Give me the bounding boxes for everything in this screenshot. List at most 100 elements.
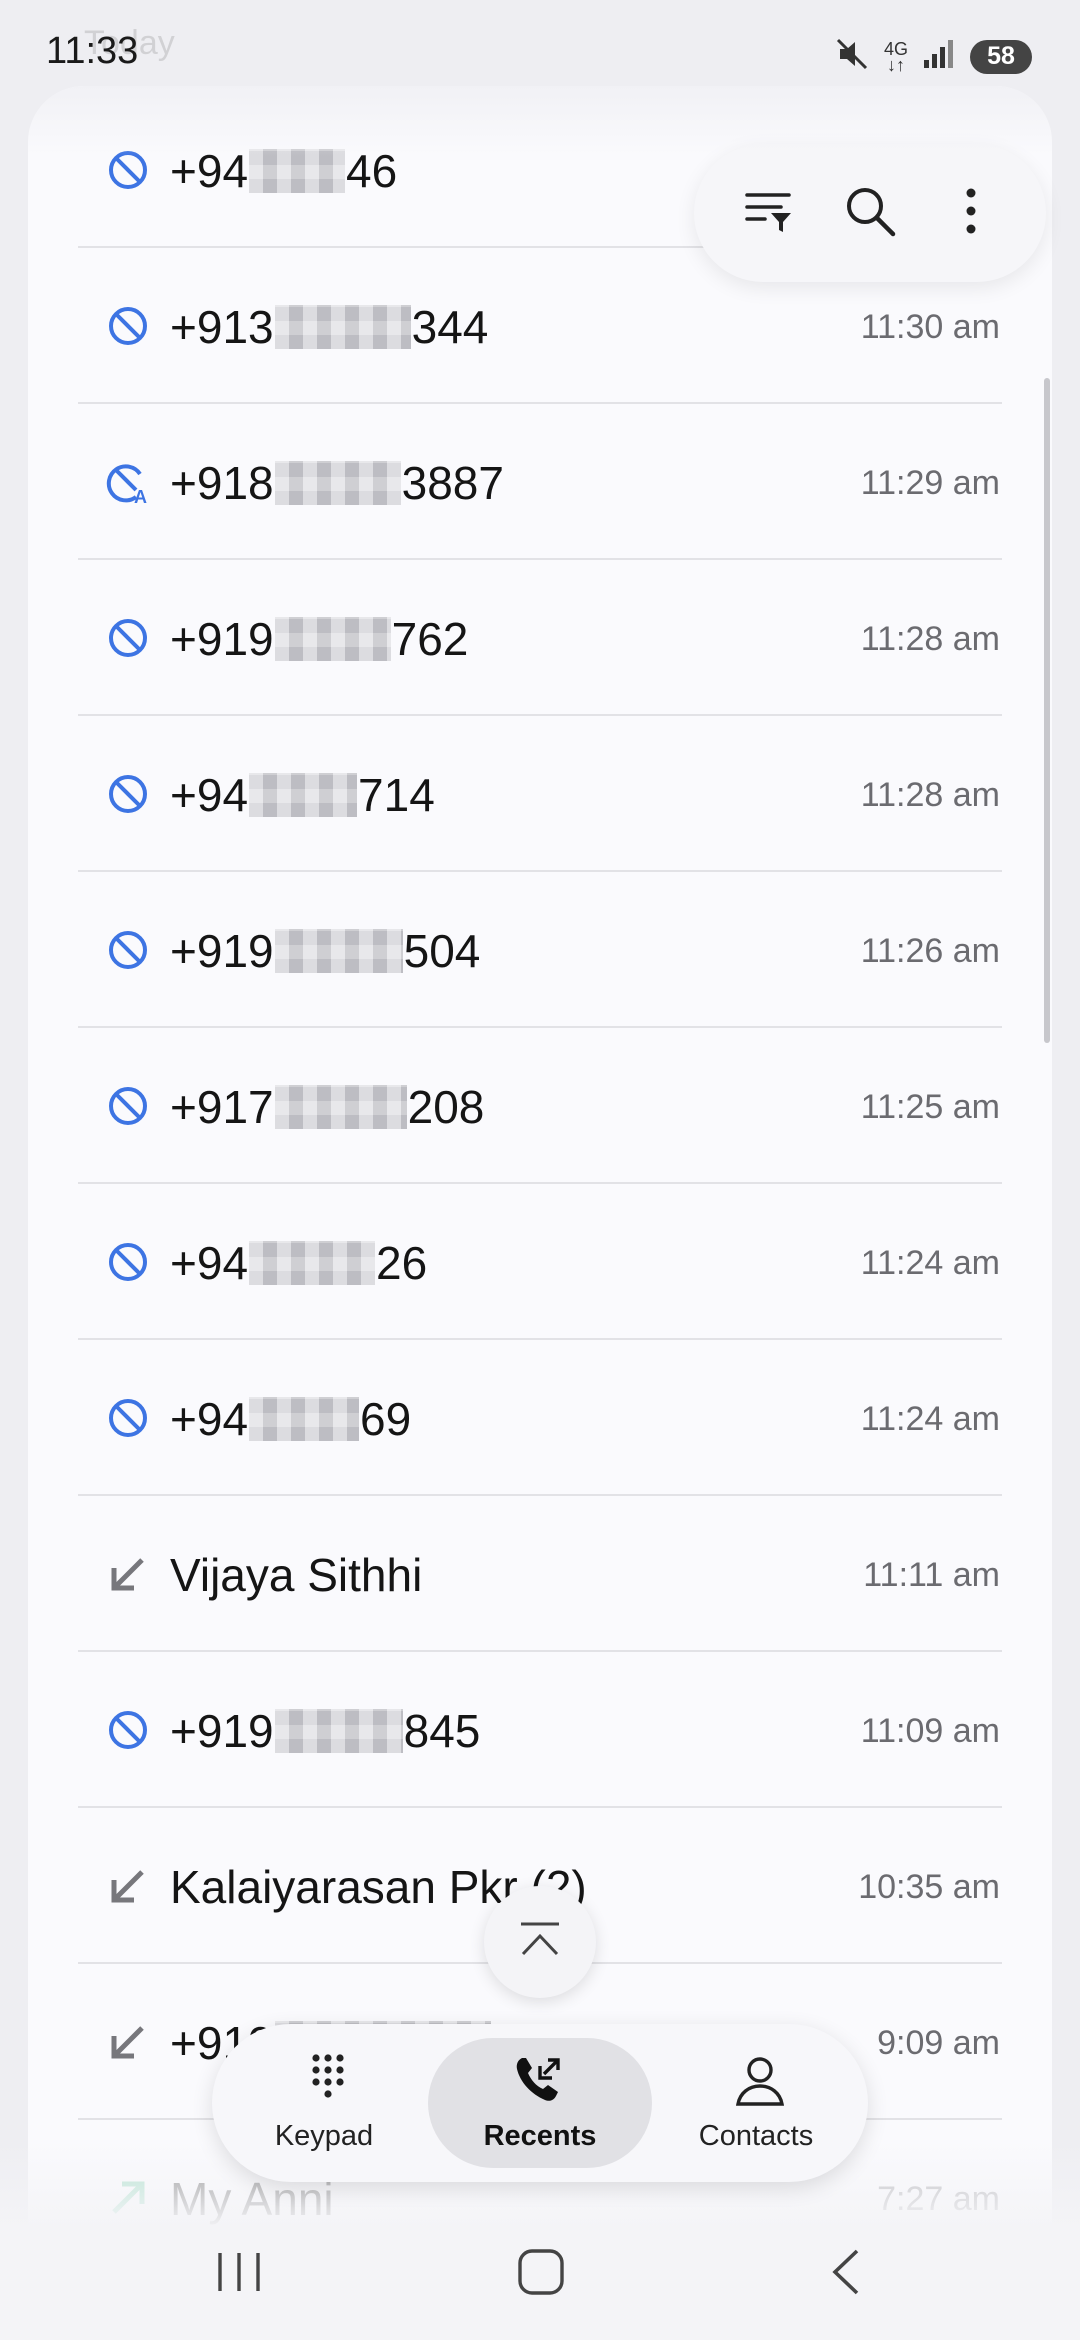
blocked-call-icon bbox=[106, 304, 150, 348]
call-log-row[interactable]: Vijaya Sithhi 11:11 am bbox=[78, 1496, 1002, 1652]
number-suffix: 714 bbox=[358, 769, 435, 821]
redacted-digits bbox=[249, 1241, 376, 1285]
redacted-digits bbox=[274, 305, 411, 349]
number-prefix: +919 bbox=[170, 1705, 274, 1757]
number-prefix: +913 bbox=[170, 301, 274, 353]
status-time: 11:33 bbox=[46, 30, 139, 72]
number-prefix: +919 bbox=[170, 925, 274, 977]
blocked-call-icon bbox=[106, 148, 150, 192]
caller-name: +94 714 bbox=[170, 768, 435, 822]
scrollbar-thumb[interactable] bbox=[1044, 378, 1050, 1043]
caller-name: +919 504 bbox=[170, 924, 480, 978]
caller-name: +918 3887 bbox=[170, 456, 504, 510]
caller-name: +913 344 bbox=[170, 300, 488, 354]
blocked-call-icon bbox=[106, 1084, 150, 1128]
number-suffix: 208 bbox=[407, 1081, 485, 1133]
call-log-row[interactable]: +919 845 11:09 am bbox=[78, 1652, 1002, 1808]
tab-keypad-label: Keypad bbox=[274, 2120, 374, 2152]
tab-recents[interactable]: Recents bbox=[428, 2038, 652, 2168]
mute-icon bbox=[834, 36, 870, 77]
redacted-digits bbox=[274, 461, 401, 505]
number-prefix: +94 bbox=[170, 769, 249, 821]
call-log-row[interactable]: +94 69 11:24 am bbox=[78, 1340, 1002, 1496]
redacted-digits bbox=[274, 617, 391, 661]
bottom-tab-bar: Keypad Recents Contacts bbox=[212, 2024, 868, 2182]
call-time: 11:30 am bbox=[860, 308, 1000, 346]
keypad-icon bbox=[300, 2052, 356, 2108]
blocked-call-icon bbox=[106, 1708, 150, 1752]
system-nav-bar bbox=[0, 2220, 1080, 2330]
blocked-call-icon bbox=[106, 616, 150, 660]
caller-name: +917 208 bbox=[170, 1080, 484, 1134]
recents-toolbar bbox=[694, 144, 1046, 282]
recents-icon bbox=[512, 2052, 568, 2108]
call-time: 11:26 am bbox=[860, 932, 1000, 970]
number-suffix: 504 bbox=[403, 925, 481, 977]
caller-name: +94 26 bbox=[170, 1236, 427, 1290]
number-suffix: 344 bbox=[411, 301, 489, 353]
blocked-call-icon: A bbox=[106, 460, 150, 507]
call-time: 11:09 am bbox=[860, 1712, 1000, 1750]
call-log-row[interactable]: +94 714 11:28 am bbox=[78, 716, 1002, 872]
call-log-row[interactable]: +94 26 11:24 am bbox=[78, 1184, 1002, 1340]
svg-text:A: A bbox=[134, 487, 147, 504]
back-icon bbox=[825, 2247, 865, 2302]
search-button[interactable] bbox=[830, 173, 910, 253]
redacted-digits bbox=[274, 1709, 403, 1753]
recent-apps-icon bbox=[214, 2249, 264, 2300]
redacted-digits bbox=[274, 1085, 407, 1129]
recent-apps-button[interactable] bbox=[184, 2234, 294, 2314]
number-prefix: +919 bbox=[170, 613, 274, 665]
tab-contacts-label: Contacts bbox=[698, 2120, 814, 2152]
call-log-row[interactable]: +917 208 11:25 am bbox=[78, 1028, 1002, 1184]
call-time: 11:28 am bbox=[860, 620, 1000, 658]
home-icon bbox=[516, 2247, 566, 2302]
number-suffix: 69 bbox=[360, 1393, 412, 1445]
number-prefix: +918 bbox=[170, 457, 274, 509]
redacted-digits bbox=[249, 1397, 360, 1441]
number-suffix: 46 bbox=[346, 145, 398, 197]
call-time: 11:24 am bbox=[860, 1400, 1000, 1438]
number-suffix: 26 bbox=[376, 1237, 428, 1289]
caller-name: +94 69 bbox=[170, 1392, 411, 1446]
more-options-icon bbox=[961, 185, 981, 242]
back-button[interactable] bbox=[790, 2234, 900, 2314]
number-suffix: 762 bbox=[391, 613, 469, 665]
tab-contacts[interactable]: Contacts bbox=[656, 2038, 856, 2168]
call-time: 11:25 am bbox=[860, 1088, 1000, 1126]
tab-keypad[interactable]: Keypad bbox=[224, 2038, 424, 2168]
number-suffix: 845 bbox=[403, 1705, 481, 1757]
call-time: 7:27 am bbox=[877, 2180, 1000, 2218]
number-prefix: +94 bbox=[170, 1393, 249, 1445]
scroll-to-top-button[interactable] bbox=[484, 1886, 596, 1998]
home-button[interactable] bbox=[486, 2234, 596, 2314]
caller-name: +919 762 bbox=[170, 612, 468, 666]
filter-icon bbox=[743, 185, 795, 242]
status-bar: Today 11:33 4G ↓↑ 58 bbox=[0, 0, 1080, 100]
call-log-row[interactable]: +919 504 11:26 am bbox=[78, 872, 1002, 1028]
call-time: 10:35 am bbox=[858, 1868, 1000, 1906]
call-time: 11:11 am bbox=[863, 1556, 1000, 1594]
call-log-row[interactable]: A +918 3887 11:29 am bbox=[78, 404, 1002, 560]
number-prefix: +94 bbox=[170, 1237, 249, 1289]
search-icon bbox=[843, 184, 897, 243]
recents-sheet: +944611:31 am+91334411:30 amA+918388711:… bbox=[28, 86, 1052, 2340]
network-type-label: 4G ↓↑ bbox=[883, 38, 908, 75]
tab-recents-label: Recents bbox=[483, 2120, 597, 2152]
blocked-call-icon bbox=[106, 928, 150, 972]
battery-indicator: 58 bbox=[970, 39, 1032, 74]
filter-button[interactable] bbox=[729, 173, 809, 253]
redacted-digits bbox=[274, 929, 403, 973]
incoming-call-icon bbox=[106, 1864, 150, 1908]
blocked-call-icon bbox=[106, 1396, 150, 1440]
call-time: 11:24 am bbox=[860, 1244, 1000, 1282]
call-log-row[interactable]: +919 762 11:28 am bbox=[78, 560, 1002, 716]
blocked-call-icon bbox=[106, 1240, 150, 1284]
redacted-digits bbox=[249, 149, 346, 193]
number-suffix: 3887 bbox=[401, 457, 504, 509]
chevron-up-icon bbox=[517, 1920, 563, 1965]
incoming-call-icon bbox=[106, 2020, 150, 2064]
more-options-button[interactable] bbox=[931, 173, 1011, 253]
call-time: 9:09 am bbox=[877, 2024, 1000, 2062]
caller-name: +94 46 bbox=[170, 144, 397, 198]
